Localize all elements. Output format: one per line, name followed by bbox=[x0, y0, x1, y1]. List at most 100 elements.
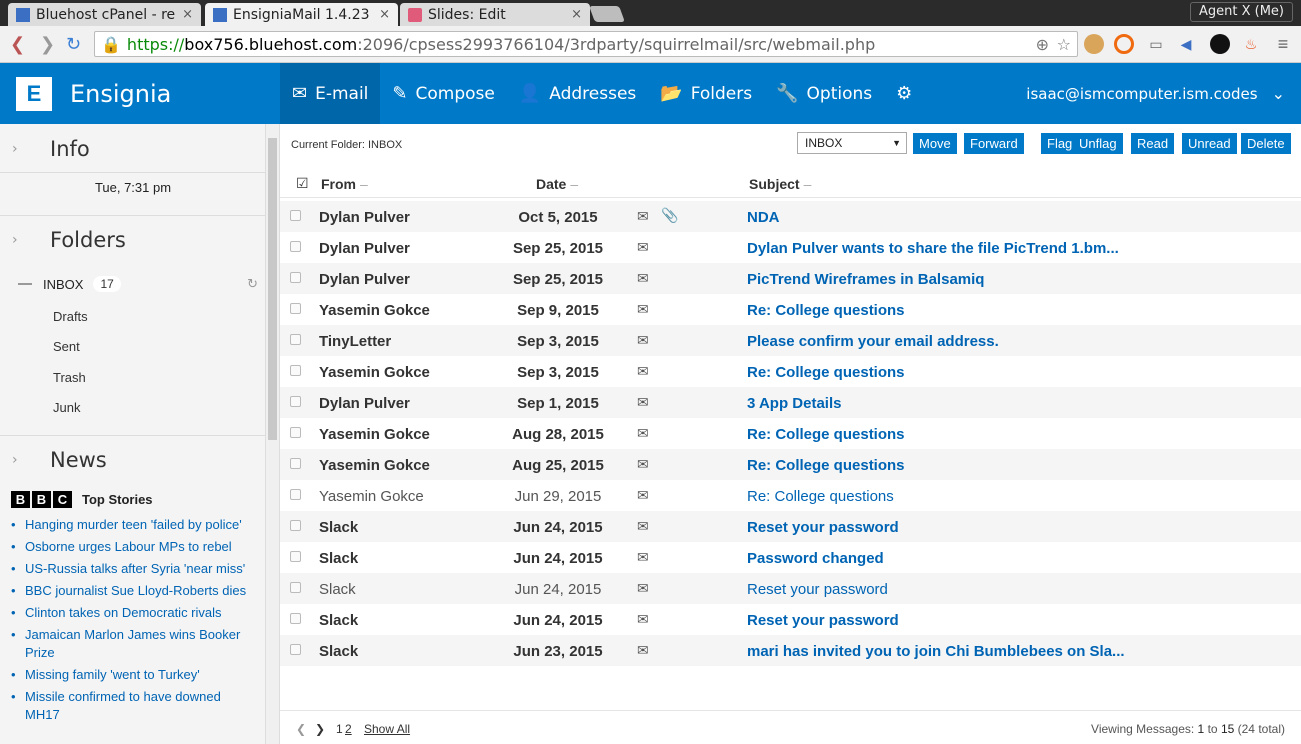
message-row[interactable]: Yasemin Gokce Aug 28, 2015 ✉ Re: College qu… bbox=[280, 418, 1301, 449]
message-subject-link[interactable]: Re: College questions bbox=[747, 302, 905, 319]
firefox-extension-icon[interactable] bbox=[1114, 34, 1134, 54]
browser-tab-slides[interactable]: Slides: Edit × bbox=[400, 3, 590, 26]
browser-tab-cpanel[interactable]: Bluehost cPanel - rel × bbox=[8, 3, 201, 26]
megaphone-icon[interactable]: ◀ bbox=[1176, 34, 1196, 54]
nav-settings[interactable]: ⚙ bbox=[884, 63, 924, 124]
message-subject-link[interactable]: Please confirm your email address. bbox=[747, 333, 999, 350]
reload-icon[interactable]: ↻ bbox=[66, 34, 81, 55]
message-subject-link[interactable]: Password changed bbox=[747, 550, 884, 567]
message-subject-link[interactable]: mari has invited you to join Chi Bumbleb… bbox=[747, 643, 1125, 660]
address-bar[interactable]: 🔒 https:// box756.bluehost.com :2096/cps… bbox=[94, 31, 1078, 57]
scrollbar-thumb[interactable] bbox=[268, 138, 277, 440]
nav-email[interactable]: ✉ E-mail bbox=[280, 63, 381, 124]
message-checkbox[interactable] bbox=[290, 582, 301, 593]
message-subject-link[interactable]: Reset your password bbox=[747, 519, 899, 536]
shield-extension-icon[interactable] bbox=[1210, 34, 1230, 54]
message-checkbox[interactable] bbox=[290, 613, 301, 624]
message-row[interactable]: Dylan Pulver Oct 5, 2015 ✉ 📎 NDA bbox=[280, 201, 1301, 232]
sort-by-from[interactable]: From – bbox=[321, 176, 368, 192]
sidebar-scrollbar[interactable] bbox=[265, 124, 279, 744]
folder-inbox[interactable]: INBOX 17 ↻ bbox=[18, 276, 258, 292]
message-subject-link[interactable]: Reset your password bbox=[747, 581, 888, 598]
message-subject-link[interactable]: 3 App Details bbox=[747, 395, 841, 412]
fire-extension-icon[interactable]: ♨ bbox=[1241, 34, 1261, 54]
nav-addresses[interactable]: 👤 Addresses bbox=[507, 63, 648, 124]
message-checkbox[interactable] bbox=[290, 272, 301, 283]
message-checkbox[interactable] bbox=[290, 303, 301, 314]
nav-folders[interactable]: 📂 Folders bbox=[648, 63, 764, 124]
message-checkbox[interactable] bbox=[290, 458, 301, 469]
move-button[interactable]: Move bbox=[913, 133, 957, 154]
message-checkbox[interactable] bbox=[290, 551, 301, 562]
menu-icon[interactable]: ≡ bbox=[1273, 34, 1293, 54]
nav-compose[interactable]: ✎ Compose bbox=[380, 63, 506, 124]
message-row[interactable]: TinyLetter Sep 3, 2015 ✉ Please confirm you… bbox=[280, 325, 1301, 356]
message-subject-link[interactable]: Re: College questions bbox=[747, 426, 905, 443]
message-row[interactable]: Slack Jun 24, 2015 ✉ Reset your password bbox=[280, 604, 1301, 635]
message-subject-link[interactable]: NDA bbox=[747, 209, 780, 226]
news-link[interactable]: BBC journalist Sue Lloyd-Roberts dies bbox=[11, 582, 256, 600]
brand[interactable]: E Ensignia bbox=[0, 63, 280, 124]
folder-junk[interactable]: Junk bbox=[53, 400, 80, 415]
back-icon[interactable]: ❮ bbox=[10, 34, 25, 55]
message-checkbox[interactable] bbox=[290, 427, 301, 438]
zoom-icon[interactable]: ⊕ bbox=[1036, 35, 1049, 54]
message-subject-link[interactable]: Reset your password bbox=[747, 612, 899, 629]
message-subject-link[interactable]: Dylan Pulver wants to share the file Pic… bbox=[747, 240, 1119, 257]
unread-button[interactable]: Unread bbox=[1182, 133, 1237, 154]
refresh-icon[interactable]: ↻ bbox=[247, 276, 258, 292]
show-all-link[interactable]: Show All bbox=[364, 722, 410, 736]
cast-icon[interactable]: ▭ bbox=[1146, 34, 1166, 54]
message-row[interactable]: Yasemin Gokce Jun 29, 2015 ✉ Re: College qu… bbox=[280, 480, 1301, 511]
nav-options[interactable]: 🔧 Options bbox=[764, 63, 884, 124]
news-link[interactable]: US-Russia talks after Syria 'near miss' bbox=[11, 560, 256, 578]
news-link[interactable]: Missile confirmed to have downed MH17 bbox=[11, 688, 256, 724]
message-subject-link[interactable]: Re: College questions bbox=[747, 457, 905, 474]
message-checkbox[interactable] bbox=[290, 365, 301, 376]
info-panel-header[interactable]: › Info bbox=[0, 125, 266, 173]
folder-sent[interactable]: Sent bbox=[53, 339, 80, 354]
message-checkbox[interactable] bbox=[290, 334, 301, 345]
close-tab-icon[interactable]: × bbox=[182, 7, 193, 22]
message-row[interactable]: Slack Jun 23, 2015 ✉ mari has invited you t… bbox=[280, 635, 1301, 666]
folder-trash[interactable]: Trash bbox=[53, 370, 86, 385]
message-row[interactable]: Dylan Pulver Sep 25, 2015 ✉ Dylan Pulver wa… bbox=[280, 232, 1301, 263]
page-link-1[interactable]: 1 bbox=[336, 722, 343, 736]
message-row[interactable]: Dylan Pulver Sep 1, 2015 ✉ 3 App Details bbox=[280, 387, 1301, 418]
message-checkbox[interactable] bbox=[290, 644, 301, 655]
sort-by-date[interactable]: Date – bbox=[536, 176, 578, 192]
delete-button[interactable]: Delete bbox=[1241, 133, 1291, 154]
news-link[interactable]: Osborne urges Labour MPs to rebel bbox=[11, 538, 256, 556]
message-row[interactable]: Slack Jun 24, 2015 ✉ Reset your password bbox=[280, 573, 1301, 604]
new-tab-button[interactable] bbox=[589, 6, 625, 22]
cookie-extension-icon[interactable] bbox=[1084, 34, 1104, 54]
profile-button[interactable]: Agent X (Me) bbox=[1189, 2, 1293, 22]
news-link[interactable]: Hanging murder teen 'failed by police' bbox=[11, 516, 256, 534]
forward-icon[interactable]: ❯ bbox=[40, 34, 55, 55]
news-link[interactable]: Jamaican Marlon James wins Booker Prize bbox=[11, 626, 256, 662]
message-checkbox[interactable] bbox=[290, 489, 301, 500]
message-row[interactable]: Yasemin Gokce Sep 9, 2015 ✉ Re: College que… bbox=[280, 294, 1301, 325]
bookmark-star-icon[interactable]: ☆ bbox=[1057, 35, 1071, 54]
news-panel-header[interactable]: › News bbox=[0, 436, 266, 484]
page-link-2[interactable]: 2 bbox=[345, 722, 352, 736]
message-row[interactable]: Slack Jun 24, 2015 ✉ Reset your password bbox=[280, 511, 1301, 542]
folders-panel-header[interactable]: › Folders bbox=[0, 216, 266, 264]
message-checkbox[interactable] bbox=[290, 520, 301, 531]
news-link[interactable]: Clinton takes on Democratic rivals bbox=[11, 604, 256, 622]
folder-drafts[interactable]: Drafts bbox=[53, 309, 88, 324]
message-checkbox[interactable] bbox=[290, 241, 301, 252]
read-button[interactable]: Read bbox=[1131, 133, 1175, 154]
message-subject-link[interactable]: PicTrend Wireframes in Balsamiq bbox=[747, 271, 984, 288]
collapse-icon[interactable] bbox=[18, 283, 32, 285]
prev-page-icon[interactable]: ❮ bbox=[296, 722, 306, 736]
sort-by-subject[interactable]: Subject – bbox=[749, 176, 811, 192]
message-subject-link[interactable]: Re: College questions bbox=[747, 488, 894, 505]
message-row[interactable]: Yasemin Gokce Sep 3, 2015 ✉ Re: College que… bbox=[280, 356, 1301, 387]
message-checkbox[interactable] bbox=[290, 210, 301, 221]
message-checkbox[interactable] bbox=[290, 396, 301, 407]
select-all-checkbox[interactable]: ☑ bbox=[296, 175, 309, 192]
message-row[interactable]: Slack Jun 24, 2015 ✉ Password changed bbox=[280, 542, 1301, 573]
unflag-button[interactable]: Unflag bbox=[1073, 133, 1123, 154]
message-subject-link[interactable]: Re: College questions bbox=[747, 364, 905, 381]
